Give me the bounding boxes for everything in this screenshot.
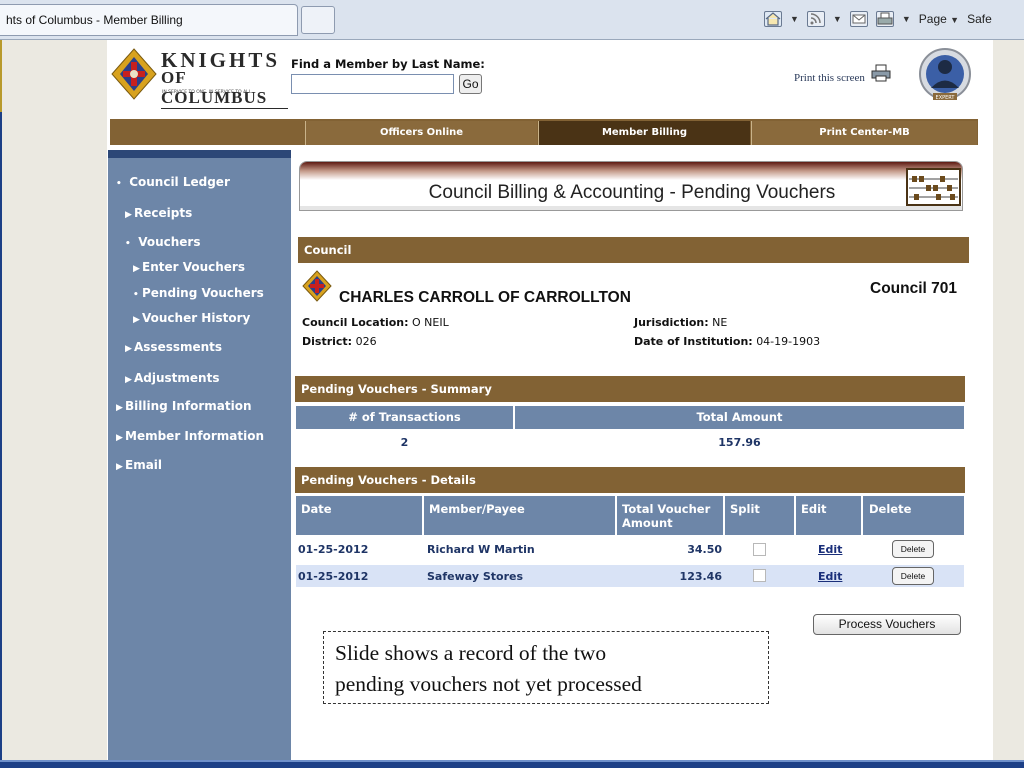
tab-member-billing[interactable]: Member Billing [538, 121, 750, 145]
note-line-1: Slide shows a record of the two [335, 641, 607, 665]
council-number: Council 701 [870, 280, 957, 297]
printer-icon[interactable] [871, 64, 891, 82]
split-checkbox[interactable] [753, 569, 766, 582]
slide-annotation-note: Slide shows a record of the two pending … [323, 631, 769, 704]
sidebar-item-council-ledger[interactable]: • Council Ledger [116, 175, 230, 189]
sidebar-item-adjustments[interactable]: ▶ Adjustments [125, 371, 219, 385]
edit-column-header: Edit [796, 496, 861, 535]
sidebar-item-member-information[interactable]: ▶ Member Information [116, 429, 264, 443]
date-column-header: Date [296, 496, 422, 535]
arrow-right-icon: ▶ [125, 344, 132, 354]
chevron-down-icon[interactable]: ▼ [790, 14, 799, 24]
council-district: District: 026 [302, 335, 377, 348]
knights-of-columbus-logo[interactable]: KNIGHTS OF COLUMBUS IN SERVICE TO ONE. I… [110, 48, 288, 109]
chevron-down-icon[interactable]: ▼ [902, 14, 911, 24]
go-button[interactable]: Go [459, 74, 482, 94]
browser-tab[interactable]: hts of Columbus - Member Billing [0, 4, 298, 36]
details-section-header: Pending Vouchers - Details [295, 467, 965, 493]
page-banner: Council Billing & Accounting - Pending V… [299, 161, 963, 211]
chevron-down-icon[interactable]: ▼ [833, 14, 842, 24]
summary-section-header: Pending Vouchers - Summary [295, 376, 965, 402]
printer-icon[interactable] [875, 11, 894, 27]
new-tab-button[interactable] [301, 6, 335, 34]
kofc-emblem-icon [111, 48, 157, 100]
print-screen-link[interactable]: Print this screen [794, 72, 865, 84]
arrow-right-icon: ▶ [133, 264, 140, 274]
left-accent-gold [0, 40, 2, 112]
tab-officers-online[interactable]: Officers Online [305, 121, 537, 145]
payee-column-header: Member/Payee [424, 496, 615, 535]
command-bar: ▼ ▼ ▼ Page ▼ Safe [764, 6, 992, 32]
process-vouchers-button[interactable]: Process Vouchers [813, 614, 961, 635]
rss-feed-icon[interactable] [806, 11, 825, 27]
mail-icon[interactable] [849, 11, 868, 27]
left-accent-blue [0, 112, 2, 762]
council-emblem-icon [302, 270, 332, 302]
voucher-date: 01-25-2012 [298, 543, 369, 556]
voucher-amount: 34.50 [687, 543, 722, 556]
expert-help-icon[interactable]: EXPERT [917, 47, 973, 105]
council-institution-date: Date of Institution: 04-19-1903 [634, 335, 821, 348]
tab-print-center[interactable]: Print Center-MB [751, 121, 977, 145]
logo-word-of-columbus: OF COLUMBUS [161, 68, 288, 109]
arrow-right-icon: ▶ [116, 433, 123, 443]
find-member-label: Find a Member by Last Name: [291, 57, 485, 71]
delete-button[interactable]: Delete [892, 567, 934, 585]
sidebar-item-vouchers[interactable]: • Vouchers [125, 235, 200, 249]
bullet-icon: • [116, 179, 122, 189]
bullet-icon: • [125, 239, 131, 249]
edit-link[interactable]: Edit [818, 570, 842, 583]
sidebar-item-enter-vouchers[interactable]: ▶ Enter Vouchers [133, 260, 245, 274]
total-amount: 157.96 [718, 436, 761, 449]
split-column-header: Split [725, 496, 794, 535]
council-location: Council Location: O NEIL [302, 316, 449, 329]
voucher-payee: Richard W Martin [427, 543, 535, 556]
sidebar-item-voucher-history[interactable]: ▶ Voucher History [133, 311, 250, 325]
page-title: Council Billing & Accounting - Pending V… [428, 182, 836, 203]
banner-footer-stripe [300, 206, 962, 210]
home-icon[interactable] [764, 11, 782, 27]
last-name-search-input[interactable] [291, 74, 454, 94]
voucher-amount-column-header: Total Voucher Amount [617, 496, 723, 535]
arrow-right-icon: ▶ [116, 462, 123, 472]
bullet-icon: • [133, 290, 139, 300]
bottom-taskbar [0, 760, 1024, 768]
delete-column-header: Delete [863, 496, 964, 535]
right-margin [993, 40, 1024, 760]
sidebar-top-stripe [108, 150, 291, 158]
sidebar-item-email[interactable]: ▶ Email [116, 458, 162, 472]
abacus-icon [906, 168, 961, 206]
edit-link[interactable]: Edit [818, 543, 842, 556]
arrow-right-icon: ▶ [116, 403, 123, 413]
left-margin [0, 40, 107, 760]
note-line-2: pending vouchers not yet processed [335, 672, 642, 696]
voucher-payee: Safeway Stores [427, 570, 524, 583]
council-name: CHARLES CARROLL OF CARROLLTON [339, 289, 631, 306]
sidebar-item-receipts[interactable]: ▶ Receipts [125, 206, 192, 220]
voucher-amount: 123.46 [679, 570, 722, 583]
page-menu[interactable]: Page ▼ [919, 12, 959, 26]
sidebar-item-billing-information[interactable]: ▶ Billing Information [116, 399, 252, 413]
safety-menu[interactable]: Safe [967, 12, 992, 26]
banner-gradient [300, 162, 962, 180]
expert-badge-text: EXPERT [936, 95, 956, 101]
council-jurisdiction: Jurisdiction: NE [634, 316, 728, 329]
arrow-right-icon: ▶ [125, 375, 132, 385]
split-checkbox[interactable] [753, 543, 766, 556]
voucher-date: 01-25-2012 [298, 570, 369, 583]
transactions-count: 2 [400, 436, 409, 449]
arrow-right-icon: ▶ [133, 315, 140, 325]
sidebar-item-assessments[interactable]: ▶ Assessments [125, 340, 222, 354]
delete-button[interactable]: Delete [892, 540, 934, 558]
council-section-header: Council [298, 237, 969, 263]
logo-tagline: IN SERVICE TO ONE. IN SERVICE TO ALL. [162, 90, 253, 95]
transactions-column-header: # of Transactions [296, 406, 513, 429]
arrow-right-icon: ▶ [125, 210, 132, 220]
total-amount-column-header: Total Amount [515, 406, 964, 429]
sidebar-item-pending-vouchers[interactable]: • Pending Vouchers [133, 286, 264, 300]
